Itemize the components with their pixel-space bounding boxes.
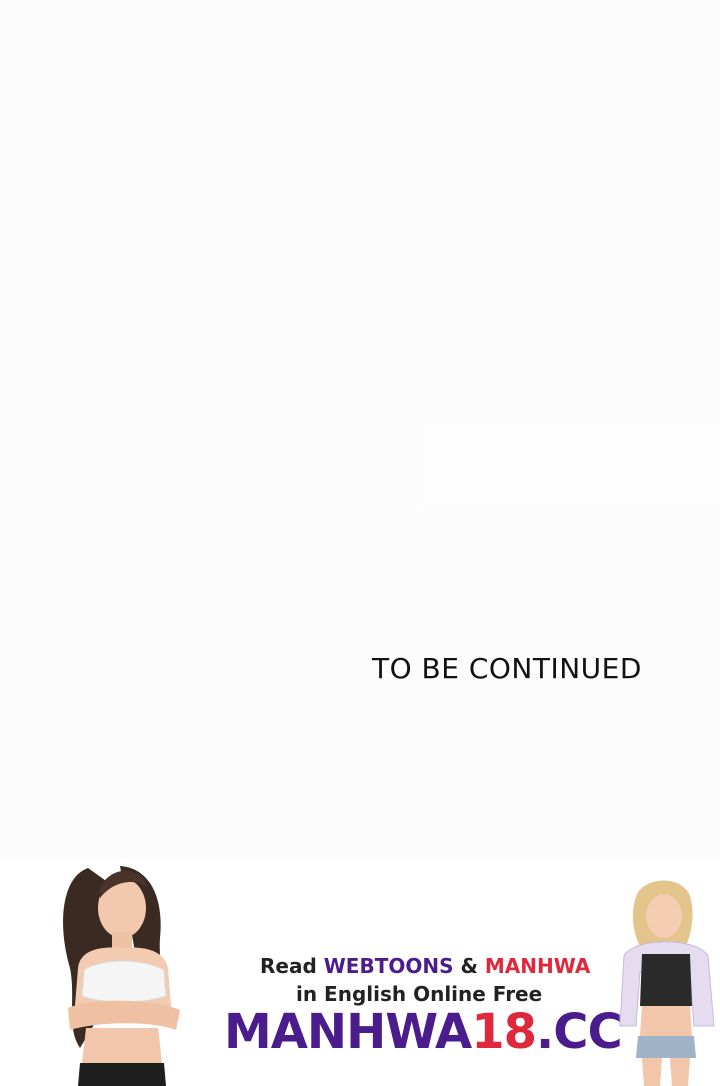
promo-manhwa-text: MANHWA <box>484 954 591 978</box>
site-logo[interactable]: MANHWA18.CC <box>224 1008 623 1056</box>
left-character-illustration <box>63 866 180 1086</box>
promo-subtagline: in English Online Free <box>296 982 543 1006</box>
logo-18-part: 18 <box>471 1004 537 1060</box>
promo-webtoons-text: WEBTOONS <box>323 954 454 978</box>
logo-cc-part: .CC <box>536 1004 623 1060</box>
logo-manhwa-part: MANHWA <box>224 1004 472 1060</box>
panel-patch <box>420 418 720 508</box>
promo-amp-text: & <box>453 954 485 978</box>
right-character-illustration <box>619 880 715 1086</box>
promo-tagline: Read WEBTOONS & MANHWA <box>260 954 590 978</box>
promo-banner[interactable]: Read WEBTOONS & MANHWA in English Online… <box>0 858 720 1086</box>
promo-read-text: Read <box>260 954 324 978</box>
to-be-continued-caption: TO BE CONTINUED <box>372 652 642 685</box>
comic-page: TO BE CONTINUED Read WEBTOONS & MANHWA i… <box>0 0 720 1086</box>
